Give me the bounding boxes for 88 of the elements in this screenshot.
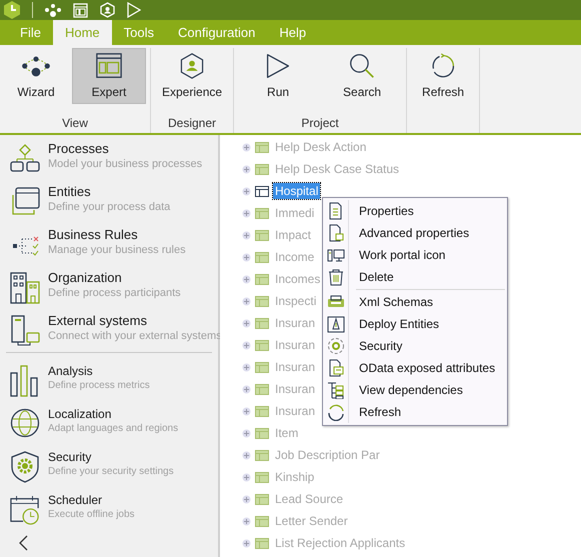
shield-gear-icon [11, 451, 39, 483]
table-icon [255, 516, 269, 526]
table-icon [255, 186, 269, 196]
table-icon [255, 406, 269, 416]
window-icon [10, 186, 40, 216]
expand-icon[interactable] [242, 472, 251, 482]
expand-icon[interactable] [242, 274, 251, 284]
hierarchy-icon [327, 381, 345, 399]
expand-icon[interactable] [242, 428, 251, 438]
computer-icon [10, 315, 40, 347]
table-icon [255, 274, 269, 284]
nav-item[interactable]: Business Rules Manage your business rules [48, 227, 186, 257]
trash-icon [327, 268, 345, 286]
menu-item[interactable]: Properties [323, 200, 507, 222]
expand-icon[interactable] [242, 340, 251, 350]
flowchart-icon [10, 143, 40, 173]
expand-icon[interactable] [242, 362, 251, 372]
menu-item[interactable]: Xml Schemas [323, 291, 507, 313]
expand-icon[interactable] [242, 450, 251, 460]
app-logo-icon[interactable] [4, 1, 20, 19]
table-icon [255, 252, 269, 262]
table-icon [255, 428, 269, 438]
deploy-icon [327, 315, 345, 333]
group-label: Project [301, 116, 339, 130]
menu-item[interactable]: Refresh [323, 401, 507, 423]
ribbon-button[interactable]: Run [238, 48, 318, 104]
table-icon [255, 538, 269, 548]
menu-item[interactable]: Deploy Entities [323, 313, 507, 335]
menu-item[interactable]: Security [323, 335, 507, 357]
menu-item[interactable]: OData exposed attributes [323, 357, 507, 379]
play-icon[interactable] [127, 2, 141, 18]
expand-icon[interactable] [242, 406, 251, 416]
gear-icon [327, 337, 345, 355]
table-icon [255, 362, 269, 372]
expand-icon[interactable] [242, 384, 251, 394]
ribbon-button[interactable]: Refresh [411, 48, 476, 104]
expand-icon[interactable] [242, 208, 251, 218]
expand-icon[interactable] [242, 186, 251, 196]
expand-icon[interactable] [242, 230, 251, 240]
nav-item[interactable]: Security Define your security settings [48, 449, 174, 479]
calendar-clock-icon [10, 494, 40, 526]
table-icon [255, 318, 269, 328]
collapse-chevron-icon[interactable] [18, 535, 28, 551]
nav-item[interactable]: Localization Adapt languages and regions [48, 406, 178, 436]
nav-item[interactable]: Processes Model your business processes [48, 141, 202, 171]
expand-icon[interactable] [242, 296, 251, 306]
table-icon [255, 494, 269, 504]
nav-item[interactable]: External systems Connect with your external systems [48, 313, 222, 343]
table-icon [255, 384, 269, 394]
group-label: Designer [168, 116, 216, 130]
expand-icon[interactable] [242, 142, 251, 152]
expand-icon[interactable] [242, 318, 251, 328]
table-icon [255, 296, 269, 306]
table-icon [255, 472, 269, 482]
hexagon-user-icon[interactable] [100, 2, 115, 18]
menu-item[interactable]: Work portal icon [323, 244, 507, 266]
table-icon [255, 340, 269, 350]
expand-icon[interactable] [242, 538, 251, 548]
layout-icon [94, 53, 124, 79]
nav-item[interactable]: Organization Define process participants [48, 270, 181, 300]
buildings-icon [10, 272, 40, 304]
ribbon-button[interactable]: Search [322, 48, 402, 104]
expand-icon[interactable] [242, 252, 251, 262]
nav-item[interactable]: Entities Define your process data [48, 184, 170, 214]
table-icon [255, 208, 269, 218]
group-label: View [62, 116, 88, 130]
table-icon [255, 142, 269, 152]
document-icon [327, 224, 345, 242]
menu-item[interactable]: View dependencies [323, 379, 507, 401]
table-icon [255, 230, 269, 240]
refresh-icon [327, 403, 345, 421]
nav-item[interactable]: Scheduler Execute offline jobs [48, 492, 135, 522]
ribbon-button[interactable]: Experience [155, 48, 230, 104]
menu-item[interactable]: Advanced properties [323, 222, 507, 244]
expand-icon[interactable] [242, 516, 251, 526]
document-icon [327, 359, 345, 377]
ribbon-button[interactable]: Wizard [4, 48, 68, 104]
globe-icon [10, 408, 40, 438]
table-icon [255, 164, 269, 174]
expand-icon[interactable] [242, 494, 251, 504]
bars-icon [10, 365, 40, 397]
table-icon [255, 450, 269, 460]
layout-icon[interactable] [73, 2, 88, 18]
menu-item[interactable]: Delete [323, 266, 507, 288]
nav-item[interactable]: Analysis Define process metrics [48, 363, 150, 393]
expand-icon[interactable] [242, 164, 251, 174]
ribbon-button[interactable]: Expert [72, 48, 146, 104]
nodes-icon[interactable] [45, 3, 61, 17]
